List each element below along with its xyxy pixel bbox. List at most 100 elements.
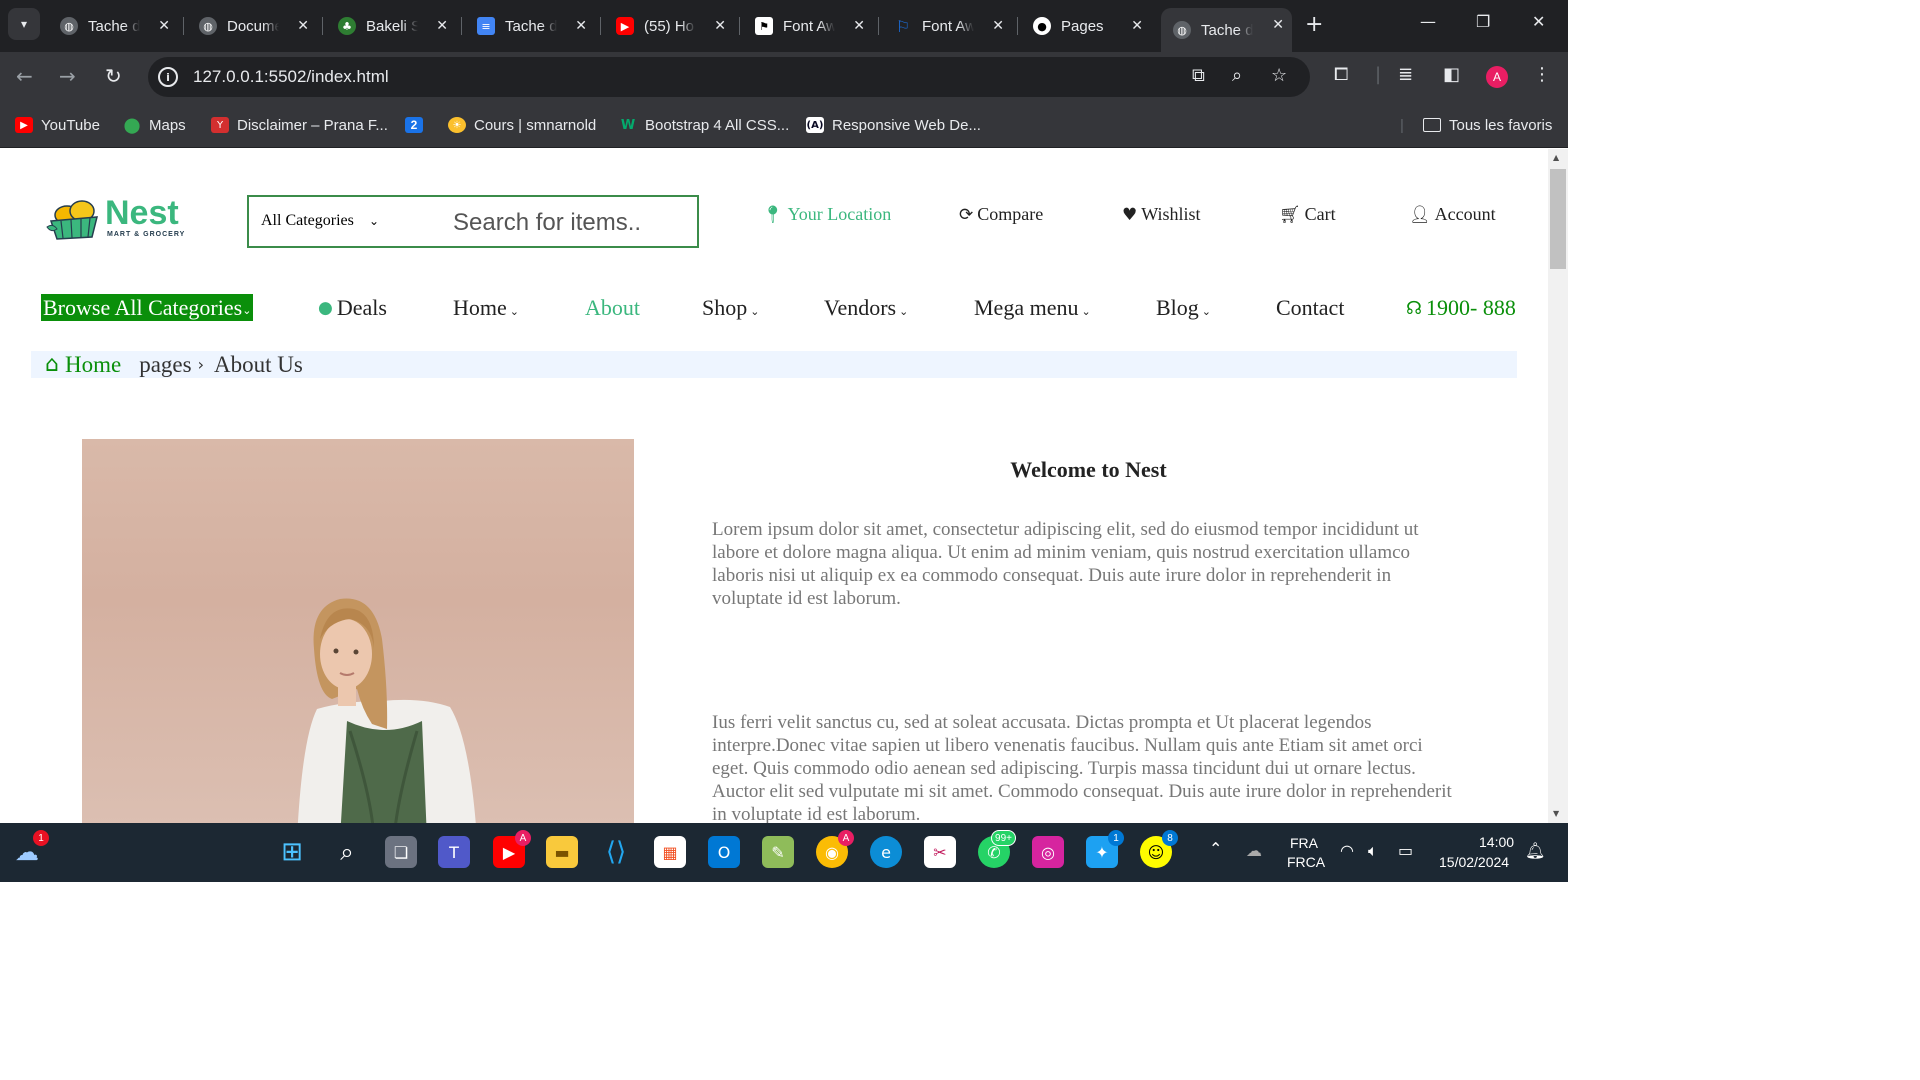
browse-categories-button[interactable]: Browse All Categories ⌄ bbox=[41, 294, 254, 321]
breadcrumb-pages[interactable]: pages bbox=[139, 352, 191, 378]
site-logo[interactable]: Nest MART & GROCERY bbox=[45, 194, 190, 244]
nav-contact[interactable]: Contact bbox=[1276, 295, 1344, 321]
new-tab-button[interactable]: + bbox=[1305, 12, 1323, 37]
browser-tab[interactable]: ⚑ Font Aw ✕ bbox=[743, 8, 873, 44]
tab-search-button[interactable]: ▾ bbox=[8, 8, 40, 40]
bookmark-cours[interactable]: ☀ Cours | smnarnold bbox=[448, 114, 596, 136]
instagram-icon[interactable]: ◎ bbox=[1032, 836, 1064, 868]
clock-time[interactable]: 14:00 bbox=[1479, 834, 1514, 850]
minimize-icon[interactable]: — bbox=[1420, 12, 1436, 31]
account-link[interactable]: 👤︎ Account bbox=[1409, 204, 1496, 225]
browser-tab[interactable]: ◍ Document ✕ bbox=[187, 8, 317, 44]
location-link[interactable]: 📍︎ Your Location bbox=[762, 204, 891, 225]
nav-deals[interactable]: ● Deals bbox=[318, 295, 387, 321]
scroll-up-icon[interactable]: ▲ bbox=[1553, 153, 1559, 162]
file-explorer-icon[interactable]: ▬ bbox=[546, 836, 578, 868]
language-code[interactable]: FRA bbox=[1290, 835, 1318, 851]
nav-vendors[interactable]: Vendors ⌄ bbox=[824, 295, 908, 321]
breadcrumb-home[interactable]: Home bbox=[65, 352, 121, 378]
close-tab-icon[interactable]: ✕ bbox=[297, 18, 309, 34]
notification-bell-icon[interactable]: 🔔︎ bbox=[1525, 841, 1545, 860]
snipping-tool-icon[interactable]: ✂ bbox=[924, 836, 956, 868]
wifi-icon[interactable]: ◠ bbox=[1340, 841, 1354, 860]
category-select[interactable]: All Categories bbox=[261, 212, 354, 230]
nav-phone[interactable]: ☊ 1900- 888 bbox=[1406, 295, 1516, 321]
scrollbar-thumb[interactable] bbox=[1550, 169, 1566, 269]
browser-toolbar: ← → ↻ i 127.0.0.1:5502/index.html ⧉ ⌕ ☆ … bbox=[0, 52, 1568, 102]
nav-mega-menu[interactable]: Mega menu ⌄ bbox=[974, 295, 1091, 321]
reload-icon[interactable]: ↻ bbox=[105, 64, 122, 88]
youtube-app-icon[interactable]: ▶ A bbox=[493, 830, 531, 868]
outlook-icon[interactable]: O bbox=[708, 836, 740, 868]
search-input[interactable]: Search for items.. bbox=[453, 209, 641, 237]
back-icon[interactable]: ← bbox=[16, 64, 33, 88]
vscode-icon[interactable]: ⟨⟩ bbox=[600, 836, 632, 868]
close-tab-icon[interactable]: ✕ bbox=[992, 18, 1004, 34]
nav-home[interactable]: Home ⌄ bbox=[453, 295, 519, 321]
all-bookmarks-folder[interactable]: Tous les favoris bbox=[1423, 114, 1552, 136]
wishlist-link[interactable]: ♥ Wishlist bbox=[1122, 204, 1201, 225]
compare-link[interactable]: ⟳ Compare bbox=[959, 204, 1043, 225]
nav-blog[interactable]: Blog ⌄ bbox=[1156, 295, 1211, 321]
bookmark-bootstrap[interactable]: W Bootstrap 4 All CSS... bbox=[619, 114, 789, 136]
reading-list-icon[interactable]: ≣ bbox=[1398, 64, 1413, 85]
chevron-down-icon[interactable]: ⌄ bbox=[369, 214, 379, 228]
restore-icon[interactable]: ❐ bbox=[1476, 12, 1490, 31]
weather-icon[interactable]: ☁ 1 bbox=[11, 830, 49, 868]
close-tab-icon[interactable]: ✕ bbox=[575, 18, 587, 34]
task-view-icon[interactable]: ❏ bbox=[385, 836, 417, 868]
whatsapp-icon[interactable]: ✆ 99+ bbox=[978, 830, 1016, 868]
start-icon[interactable]: ⊞ bbox=[276, 836, 308, 868]
bookmark-disclaimer[interactable]: Y Disclaimer – Prana F... bbox=[211, 114, 388, 136]
close-tab-icon[interactable]: ✕ bbox=[158, 18, 170, 34]
cart-link[interactable]: 🛒︎ Cart bbox=[1279, 204, 1336, 225]
browser-tab-active[interactable]: ◍ Tache de ✕ bbox=[1161, 8, 1292, 52]
nav-shop[interactable]: Shop ⌄ bbox=[702, 295, 759, 321]
chevron-up-icon[interactable]: ⌃ bbox=[1209, 839, 1222, 858]
bookmark-youtube[interactable]: ▶ YouTube bbox=[15, 114, 100, 136]
address-bar[interactable]: i 127.0.0.1:5502/index.html ⧉ ⌕ ☆ bbox=[148, 57, 1310, 97]
clock-date[interactable]: 15/02/2024 bbox=[1439, 854, 1509, 870]
home-icon[interactable]: ⌂ bbox=[45, 352, 59, 377]
close-tab-icon[interactable]: ✕ bbox=[714, 18, 726, 34]
photo-app-icon[interactable]: ✎ bbox=[762, 836, 794, 868]
extensions-icon[interactable]: ⧠ bbox=[1334, 64, 1348, 85]
zoom-icon[interactable]: ⌕ bbox=[1232, 65, 1242, 86]
browser-tab[interactable]: ● Pages ✕ bbox=[1021, 8, 1151, 44]
close-tab-icon[interactable]: ✕ bbox=[436, 18, 448, 34]
browser-tab[interactable]: ⚐ Font Aw ✕ bbox=[882, 8, 1012, 44]
browser-tab[interactable]: ≡ Tache de ✕ bbox=[465, 8, 595, 44]
bookmark-responsive[interactable]: (A) Responsive Web De... bbox=[806, 114, 981, 136]
site-info-icon[interactable]: i bbox=[158, 67, 178, 87]
url-text[interactable]: 127.0.0.1:5502/index.html bbox=[193, 67, 389, 87]
menu-dots-icon[interactable]: ⋮ bbox=[1533, 64, 1551, 85]
bookmark-maps[interactable]: ⬤ Maps bbox=[123, 114, 186, 136]
forward-icon[interactable]: → bbox=[59, 64, 76, 88]
battery-icon[interactable]: ▭ bbox=[1398, 841, 1413, 860]
snapchat-icon[interactable]: ☺ 8 bbox=[1140, 830, 1178, 868]
volume-icon[interactable]: 🔈︎ bbox=[1368, 841, 1378, 861]
nav-about[interactable]: About bbox=[585, 295, 640, 321]
microsoft-store-icon[interactable]: ▦ bbox=[654, 836, 686, 868]
onedrive-icon[interactable]: ☁ bbox=[1246, 841, 1262, 860]
search-icon[interactable]: ⌕ bbox=[331, 836, 363, 868]
browser-tab[interactable]: ♣ Bakeli SI ✕ bbox=[326, 8, 456, 44]
bookmark-star-icon[interactable]: ☆ bbox=[1271, 65, 1287, 86]
bookmark-calendar[interactable]: 2 bbox=[405, 114, 431, 136]
twitter-icon[interactable]: ✦ 1 bbox=[1086, 830, 1124, 868]
browser-tab[interactable]: ▶ (55) Ho ✕ bbox=[604, 8, 734, 44]
side-panel-icon[interactable]: ◧ bbox=[1443, 64, 1460, 85]
profile-avatar[interactable]: A bbox=[1486, 66, 1508, 88]
close-tab-icon[interactable]: ✕ bbox=[1131, 18, 1143, 34]
translate-icon[interactable]: ⧉ bbox=[1192, 65, 1205, 86]
browser-tab[interactable]: ◍ Tache de ✕ bbox=[48, 8, 178, 44]
page-scrollbar[interactable]: ▲ ▼ bbox=[1548, 149, 1568, 823]
chrome-icon[interactable]: ◉ A bbox=[816, 830, 854, 868]
edge-icon[interactable]: e bbox=[870, 836, 902, 868]
scroll-down-icon[interactable]: ▼ bbox=[1553, 809, 1559, 818]
close-tab-icon[interactable]: ✕ bbox=[853, 18, 865, 34]
close-window-icon[interactable]: ✕ bbox=[1532, 12, 1545, 31]
close-tab-icon[interactable]: ✕ bbox=[1272, 17, 1284, 33]
teams-icon[interactable]: T bbox=[438, 836, 470, 868]
keyboard-layout[interactable]: FRCA bbox=[1287, 854, 1325, 870]
